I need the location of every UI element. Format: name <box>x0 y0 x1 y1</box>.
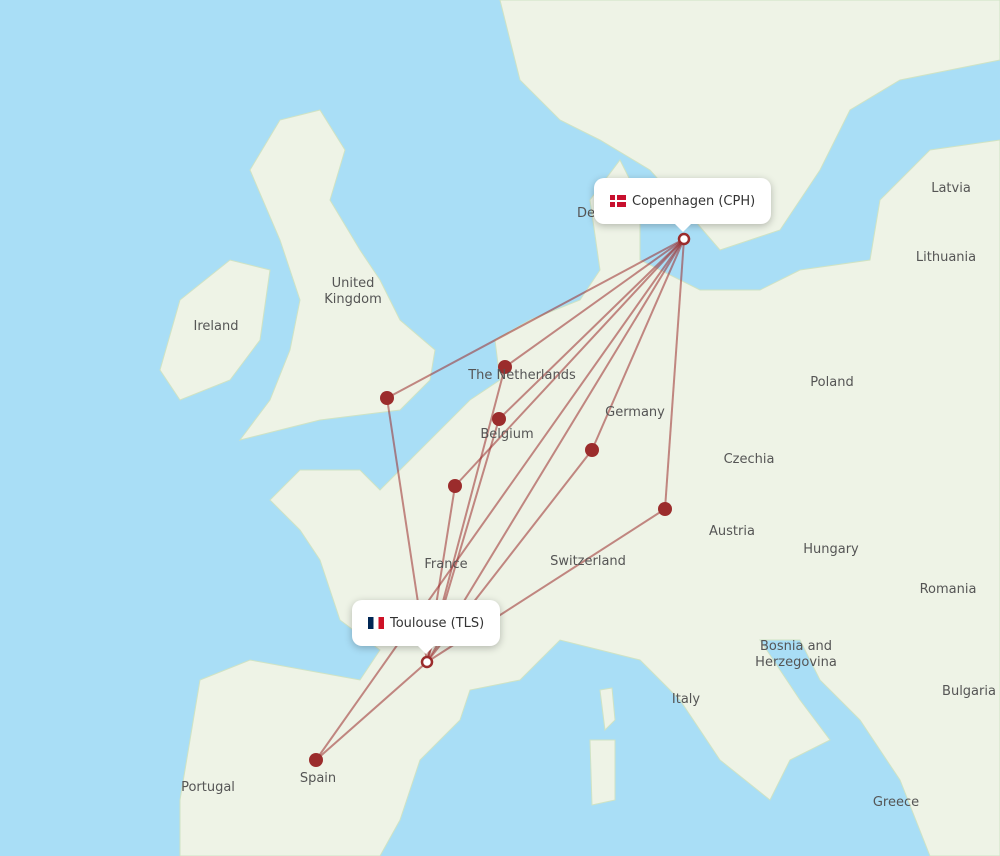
country-label: Greece <box>872 795 920 810</box>
stop-marker-brussels[interactable] <box>492 412 506 426</box>
country-label: Belgium <box>480 427 534 442</box>
country-label: Latvia <box>931 181 971 196</box>
fr-flag-icon <box>368 617 384 629</box>
origin-city: Copenhagen (CPH) <box>632 193 756 209</box>
land-corsica <box>599 687 616 732</box>
country-label: Ireland <box>193 319 239 334</box>
country-label: Portugal <box>181 780 235 795</box>
country-label: United Kingdom <box>324 276 382 307</box>
country-label: De <box>576 206 596 221</box>
country-label: Lithuania <box>915 250 977 265</box>
country-label: Czechia <box>723 452 775 467</box>
country-label: Bulgaria <box>942 684 996 699</box>
tls-marker[interactable] <box>420 655 434 669</box>
stop-marker-london[interactable] <box>380 391 394 405</box>
origin-callout[interactable]: Copenhagen (CPH) <box>594 178 772 232</box>
destination-city: Toulouse (TLS) <box>390 615 485 631</box>
country-label: Spain <box>299 771 337 786</box>
country-label: The Netherlands <box>468 368 576 383</box>
country-label: Poland <box>810 375 854 390</box>
country-label: Germany <box>605 405 665 420</box>
country-label: Bosnia and Herzegovina <box>755 639 837 670</box>
cph-marker[interactable] <box>677 232 691 246</box>
stop-marker-frankfurt[interactable] <box>585 443 599 457</box>
country-label: Italy <box>671 692 701 707</box>
country-label: Hungary <box>803 542 859 557</box>
country-label: Switzerland <box>550 554 626 569</box>
stop-marker-munich[interactable] <box>658 502 672 516</box>
country-label: Austria <box>709 524 755 539</box>
stop-marker-paris[interactable] <box>448 479 462 493</box>
country-label: France <box>424 557 468 572</box>
destination-callout[interactable]: Toulouse (TLS) <box>352 600 501 654</box>
dk-flag-icon <box>610 195 626 207</box>
stop-marker-madrid[interactable] <box>309 753 323 767</box>
land-sardinia <box>589 739 616 806</box>
country-label: Romania <box>919 582 977 597</box>
